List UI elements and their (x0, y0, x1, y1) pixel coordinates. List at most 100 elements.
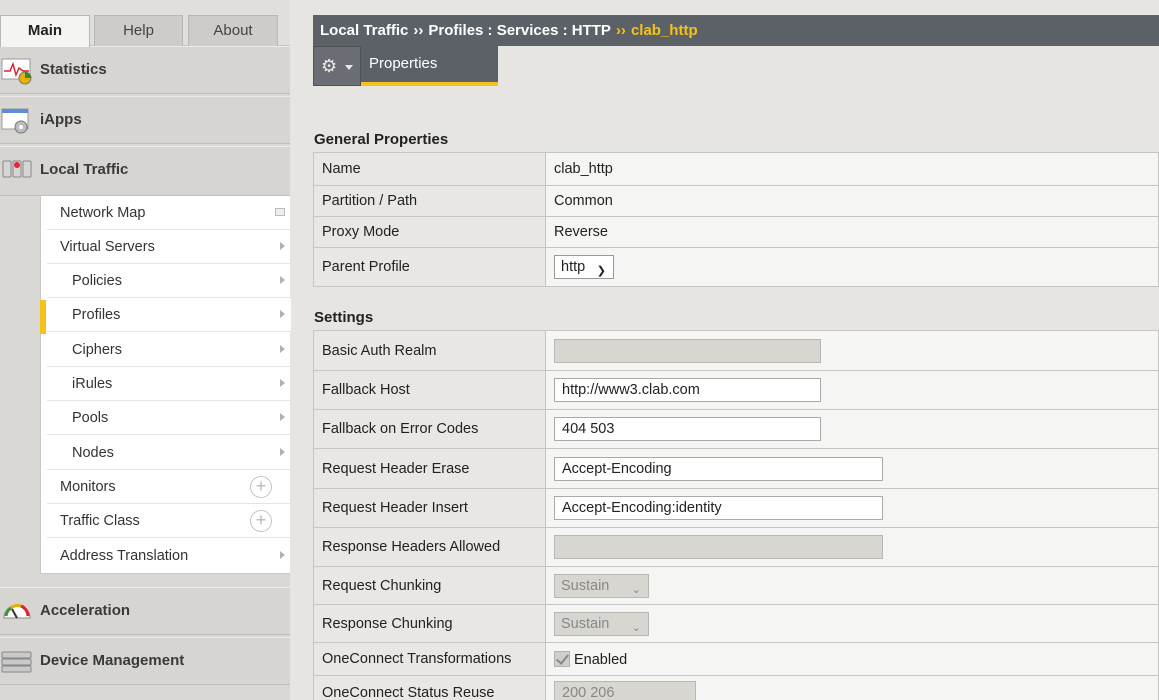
oneconnect-status-reuse-label: OneConnect Status Reuse (313, 675, 546, 700)
table-row: Response Chunking Sustain ⌄ (313, 604, 1159, 643)
subnav-virtual-servers[interactable]: Virtual Servers (47, 230, 291, 264)
subnav-label: Ciphers (72, 342, 122, 358)
oneconnect-transformations-value: Enabled (574, 651, 628, 668)
main-tab-bar: Main Help About (0, 0, 290, 47)
response-headers-allowed-label: Response Headers Allowed (313, 527, 546, 567)
parent-profile-label: Parent Profile (313, 247, 546, 287)
settings-menu-button[interactable]: ⚙ (313, 46, 361, 86)
oneconnect-transformations-label: OneConnect Transformations (313, 642, 546, 676)
arrow-right-icon (280, 345, 285, 353)
nav-section-local-traffic[interactable]: Local Traffic (0, 146, 290, 196)
general-properties-heading: General Properties (314, 131, 449, 148)
arrow-right-icon (280, 242, 285, 250)
proxy-mode-label: Proxy Mode (313, 216, 546, 248)
parent-profile-selected: http (561, 259, 586, 275)
add-monitor-icon[interactable]: + (250, 476, 272, 498)
selected-item-marker (40, 300, 46, 334)
request-header-erase-label: Request Header Erase (313, 448, 546, 489)
table-row: Basic Auth Realm (313, 330, 1159, 371)
fallback-host-field[interactable] (554, 378, 821, 402)
subnav-label: Monitors (60, 479, 116, 495)
nav-section-device-management[interactable]: Device Management (0, 637, 290, 685)
table-row: Partition / Path Common (313, 185, 1159, 217)
name-label: Name (313, 152, 546, 186)
partition-value: Common (545, 185, 1159, 217)
subnav-network-map[interactable]: Network Map (47, 196, 291, 230)
oneconnect-status-reuse-field[interactable] (554, 680, 696, 700)
nav-section-label: iApps (40, 111, 82, 128)
basic-auth-realm-label: Basic Auth Realm (313, 330, 546, 371)
arrow-right-icon (280, 276, 285, 284)
fallback-error-codes-label: Fallback on Error Codes (313, 409, 546, 449)
arrow-right-icon (280, 448, 285, 456)
subnav-irules[interactable]: iRules (47, 367, 291, 401)
caret-down-icon (345, 65, 353, 70)
tab-help[interactable]: Help (94, 15, 183, 46)
chevron-down-icon: ⌄ (631, 621, 641, 634)
subnav-pools[interactable]: Pools (47, 401, 291, 435)
nav-section-label: Acceleration (40, 602, 131, 619)
settings-table: Basic Auth Realm Fallback Host Fallback … (313, 330, 1159, 700)
tab-about[interactable]: About (188, 15, 278, 46)
nav-section-label: Local Traffic (40, 161, 129, 178)
nav-section-label: Device Management (40, 652, 185, 669)
subnav-monitors[interactable]: Monitors + (47, 470, 291, 504)
response-chunking-selected: Sustain (561, 615, 610, 632)
tab-properties[interactable]: Properties (361, 46, 498, 86)
table-row: Request Header Erase (313, 448, 1159, 489)
subnav-traffic-class[interactable]: Traffic Class + (47, 504, 291, 538)
subnav-label: Network Map (60, 205, 146, 221)
table-row: Parent Profile http ❯ (313, 247, 1159, 287)
subnav-label: iRules (72, 376, 113, 392)
breadcrumb-local-traffic[interactable]: Local Traffic (320, 22, 408, 39)
subnav-label: Address Translation (60, 548, 189, 564)
proxy-mode-value: Reverse (545, 216, 1159, 248)
breadcrumb-current: clab_http (630, 22, 698, 39)
table-row: Fallback Host (313, 370, 1159, 410)
fallback-error-codes-field[interactable] (554, 417, 821, 441)
arrow-right-icon (280, 413, 285, 421)
subnav-profiles[interactable]: Profiles (47, 298, 291, 332)
subnav-nodes[interactable]: Nodes (47, 436, 291, 470)
response-chunking-select[interactable]: Sustain ⌄ (554, 611, 649, 636)
table-row: OneConnect Transformations Enabled (313, 642, 1159, 676)
basic-auth-realm-field[interactable] (554, 338, 821, 363)
table-row: OneConnect Status Reuse (313, 675, 1159, 700)
subnav-label: Policies (72, 273, 122, 289)
local-traffic-icon (2, 160, 32, 178)
add-traffic-class-icon[interactable]: + (250, 510, 272, 532)
table-row: Request Header Insert (313, 488, 1159, 528)
breadcrumb-profiles[interactable]: Profiles : Services : HTTP (428, 22, 611, 39)
subnav-label: Pools (72, 410, 109, 426)
subnav-address-translation[interactable]: Address Translation (47, 539, 291, 573)
parent-profile-select[interactable]: http ❯ (554, 255, 614, 279)
tab-main[interactable]: Main (0, 15, 90, 47)
nav-section-statistics[interactable]: Statistics (0, 46, 290, 94)
iapps-icon (1, 108, 29, 134)
nav-section-iapps[interactable]: iApps (0, 96, 290, 144)
table-row: Response Headers Allowed (313, 527, 1159, 567)
subnav-ciphers[interactable]: Ciphers (47, 333, 291, 367)
nav-section-label: Statistics (40, 61, 107, 78)
general-properties-table: Name clab_http Partition / Path Common P… (313, 152, 1159, 287)
request-header-insert-field[interactable] (554, 496, 883, 520)
subnav-policies[interactable]: Policies (47, 264, 291, 298)
fallback-host-label: Fallback Host (313, 370, 546, 410)
subnav-label: Virtual Servers (60, 239, 155, 255)
table-row: Proxy Mode Reverse (313, 216, 1159, 248)
response-headers-allowed-field[interactable] (554, 535, 883, 559)
nav-section-acceleration[interactable]: Acceleration (0, 587, 290, 635)
request-header-insert-label: Request Header Insert (313, 488, 546, 528)
statistics-icon (1, 58, 32, 85)
device-management-icon (1, 651, 32, 673)
subnav-label: Traffic Class (60, 513, 140, 529)
request-chunking-select[interactable]: Sustain ⌄ (554, 573, 649, 598)
request-header-erase-field[interactable] (554, 456, 883, 481)
page-toolbar: ⚙ Properties (313, 46, 1159, 86)
name-value: clab_http (545, 152, 1159, 186)
arrow-right-icon (280, 379, 285, 387)
request-chunking-label: Request Chunking (313, 566, 546, 605)
table-row: Name clab_http (313, 152, 1159, 186)
table-row: Request Chunking Sustain ⌄ (313, 566, 1159, 605)
oneconnect-transformations-checkbox[interactable] (554, 650, 570, 667)
